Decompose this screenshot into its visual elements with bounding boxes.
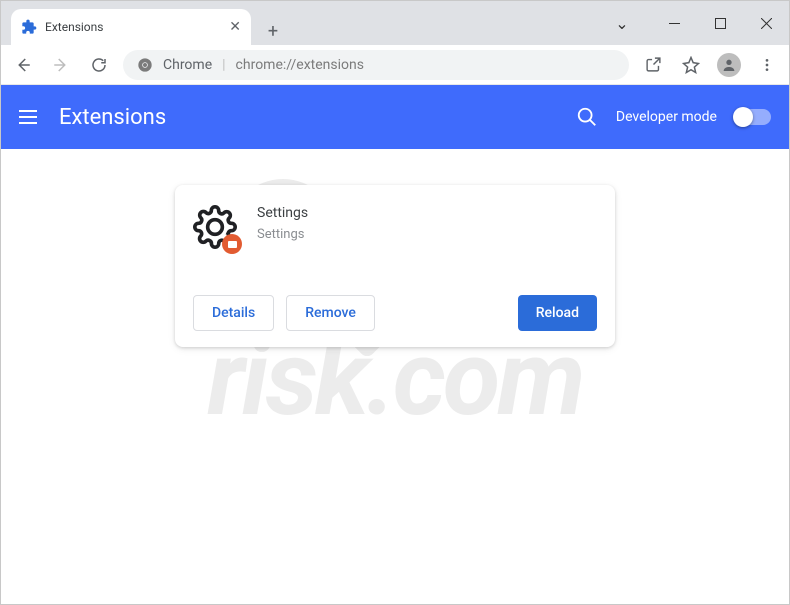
window-close-button[interactable] xyxy=(743,7,789,39)
extension-name: Settings xyxy=(257,205,308,221)
extension-card: Settings Settings Details Remove Reload xyxy=(175,185,615,347)
omnibox-prefix: Chrome xyxy=(163,57,212,73)
details-button[interactable]: Details xyxy=(193,295,274,331)
search-icon[interactable] xyxy=(576,106,598,128)
extension-subtitle: Settings xyxy=(257,227,308,242)
chrome-logo-icon xyxy=(137,57,153,73)
page-title: Extensions xyxy=(59,105,166,130)
extensions-header: Extensions Developer mode xyxy=(1,85,789,149)
share-icon[interactable] xyxy=(639,51,667,79)
extension-puzzle-icon xyxy=(21,19,37,35)
browser-tab-strip: Extensions ✕ + ⌄ xyxy=(1,1,789,45)
extensions-list: Settings Settings Details Remove Reload xyxy=(1,149,789,347)
window-controls: ⌄ xyxy=(599,1,789,45)
chevron-down-icon[interactable]: ⌄ xyxy=(599,7,645,39)
bookmark-star-icon[interactable] xyxy=(677,51,705,79)
reload-page-button[interactable] xyxy=(85,51,113,79)
developer-mode-label: Developer mode xyxy=(616,109,717,125)
address-bar[interactable]: Chrome | chrome://extensions xyxy=(123,50,629,80)
extension-icon xyxy=(193,205,237,249)
new-tab-button[interactable]: + xyxy=(259,17,287,45)
error-badge-icon xyxy=(222,234,242,254)
reload-extension-button[interactable]: Reload xyxy=(518,295,597,331)
window-minimize-button[interactable] xyxy=(651,7,697,39)
profile-avatar[interactable] xyxy=(715,51,743,79)
omnibox-separator: | xyxy=(222,57,225,73)
browser-tab[interactable]: Extensions ✕ xyxy=(11,9,251,45)
browser-toolbar: Chrome | chrome://extensions xyxy=(1,45,789,85)
window-maximize-button[interactable] xyxy=(697,7,743,39)
back-button[interactable] xyxy=(9,51,37,79)
hamburger-menu-button[interactable] xyxy=(19,110,37,124)
tab-close-button[interactable]: ✕ xyxy=(229,19,241,35)
kebab-menu-icon[interactable] xyxy=(753,51,781,79)
developer-mode-toggle[interactable] xyxy=(735,109,771,125)
omnibox-url: chrome://extensions xyxy=(236,57,364,73)
remove-button[interactable]: Remove xyxy=(286,295,375,331)
forward-button[interactable] xyxy=(47,51,75,79)
tab-title: Extensions xyxy=(45,20,221,34)
